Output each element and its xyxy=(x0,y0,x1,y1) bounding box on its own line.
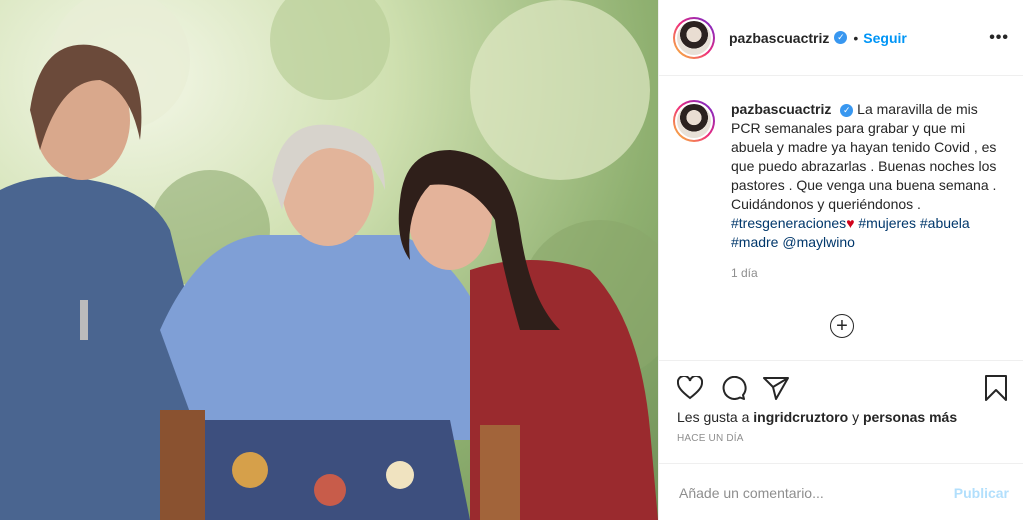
heart-icon[interactable] xyxy=(677,376,703,400)
share-icon[interactable] xyxy=(763,376,789,400)
post-panel: pazbascuactriz ✓ • Seguir ••• pazbascuac… xyxy=(658,0,1023,520)
author-avatar[interactable] xyxy=(673,16,715,59)
likes-user-link[interactable]: ingridcruztoro xyxy=(753,409,848,425)
avatar-image xyxy=(677,20,711,55)
comment-icon[interactable] xyxy=(721,376,747,400)
author-username[interactable]: pazbascuactriz xyxy=(729,30,829,46)
comment-input[interactable] xyxy=(677,483,954,502)
load-more-comments-icon[interactable]: + xyxy=(830,314,854,338)
likes-prefix: Les gusta a xyxy=(677,409,750,425)
actions-section: Les gusta a ingridcruztoro y personas má… xyxy=(659,360,1023,521)
hashtag-link[interactable]: #tresgeneraciones xyxy=(731,215,846,231)
follow-button[interactable]: Seguir xyxy=(863,30,907,46)
post-time[interactable]: HACE UN DÍA xyxy=(659,425,1023,444)
caption: pazbascuactriz ✓ La maravilla de mis PCR… xyxy=(659,76,1023,283)
comment-box: Publicar xyxy=(659,463,1023,521)
caption-avatar[interactable] xyxy=(673,100,715,142)
post-photo[interactable] xyxy=(0,0,658,520)
avatar-image xyxy=(677,104,711,138)
separator-dot: • xyxy=(853,29,859,46)
verified-icon: ✓ xyxy=(840,103,854,117)
hashtag-link[interactable]: #mujeres xyxy=(858,215,916,231)
heart-emoji: ♥ xyxy=(846,215,855,231)
action-icons xyxy=(659,361,1023,403)
verified-icon: ✓ xyxy=(834,31,848,44)
likes-line: Les gusta a ingridcruztoro y personas má… xyxy=(659,403,1023,425)
post-header: pazbascuactriz ✓ • Seguir ••• xyxy=(659,0,1023,76)
caption-username[interactable]: pazbascuactriz xyxy=(731,101,831,117)
caption-time[interactable]: 1 día xyxy=(731,264,1001,283)
publish-button[interactable]: Publicar xyxy=(954,485,1009,501)
likes-and: y xyxy=(852,409,860,425)
likes-others-link[interactable]: personas más xyxy=(863,409,957,425)
family-photo-illustration xyxy=(0,0,658,520)
caption-body: pazbascuactriz ✓ La maravilla de mis PCR… xyxy=(731,100,1001,283)
hashtag-link[interactable]: #madre xyxy=(731,234,778,250)
bookmark-icon[interactable] xyxy=(985,375,1007,401)
hashtag-link[interactable]: #abuela xyxy=(920,215,970,231)
more-options-icon[interactable]: ••• xyxy=(989,29,1009,47)
caption-text: La maravilla de mis PCR semanales para g… xyxy=(731,101,997,212)
mention-link[interactable]: @maylwino xyxy=(782,234,855,250)
